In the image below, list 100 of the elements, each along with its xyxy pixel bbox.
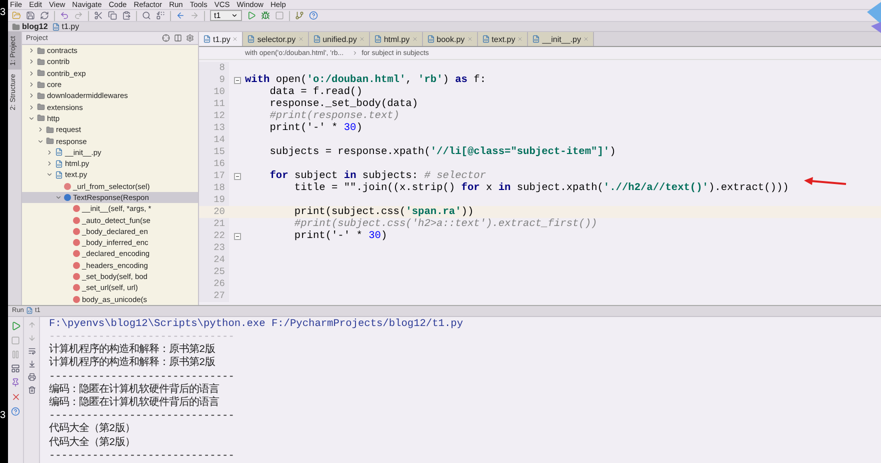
chevron-right-icon bbox=[352, 50, 358, 56]
console-line: ------------------------------ bbox=[49, 410, 236, 422]
undo-icon[interactable] bbox=[60, 11, 69, 20]
line-number: 8 bbox=[199, 62, 229, 74]
line-number: 15 bbox=[199, 146, 229, 158]
chevron-down-icon[interactable] bbox=[55, 194, 62, 201]
line-number: 21 bbox=[199, 218, 229, 230]
line-number: 9 bbox=[199, 74, 229, 86]
annotation-arrow bbox=[803, 176, 847, 188]
trash-icon[interactable] bbox=[28, 386, 36, 394]
line-number: 13 bbox=[199, 122, 229, 134]
editor-tab[interactable]: t1.py bbox=[199, 32, 244, 46]
code-line: response._set_body(data) bbox=[268, 98, 418, 110]
console-line: 代码大全（第2版） bbox=[49, 423, 136, 436]
fold-icon[interactable] bbox=[234, 76, 240, 84]
collapse-icon[interactable] bbox=[174, 34, 182, 42]
code-line: print('-' * 30) bbox=[293, 230, 388, 242]
folder-icon bbox=[37, 114, 45, 122]
console-line: 编码：隐匿在计算机软硬件背后的语言 bbox=[49, 384, 220, 396]
breadcrumb-item[interactable]: blog12 bbox=[12, 22, 48, 31]
editor-tab[interactable]: unified.py bbox=[308, 32, 370, 46]
breadcrumb-item[interactable]: t1.py bbox=[52, 22, 80, 31]
folder-icon bbox=[37, 103, 45, 112]
locate-icon[interactable] bbox=[162, 34, 170, 42]
class-icon bbox=[64, 194, 71, 201]
folder-icon bbox=[46, 137, 54, 146]
line-number: 26 bbox=[199, 278, 229, 290]
editor-tab[interactable]: text.py bbox=[478, 32, 528, 46]
wrap-icon[interactable] bbox=[28, 346, 36, 355]
code-line: data = f.read() bbox=[268, 86, 362, 98]
console-line: ------------------------------ bbox=[49, 331, 236, 344]
editor-tab[interactable]: __init__.py bbox=[528, 32, 594, 46]
settings-icon[interactable] bbox=[186, 34, 194, 42]
line-number: 23 bbox=[199, 242, 229, 254]
branch-icon[interactable] bbox=[294, 11, 304, 20]
tab-label: book.py bbox=[436, 34, 465, 44]
back-icon[interactable] bbox=[176, 11, 185, 20]
tab-label: text.py bbox=[492, 34, 516, 44]
line-number: 19 bbox=[199, 194, 229, 206]
console-line: ------------------------------ bbox=[49, 370, 236, 383]
fold-icon[interactable] bbox=[234, 172, 240, 180]
help-icon[interactable] bbox=[308, 11, 318, 20]
search-icon[interactable] bbox=[142, 11, 151, 20]
python-file-icon bbox=[374, 35, 382, 43]
code-line: print(subject.css('span.ra')) bbox=[293, 206, 474, 218]
console-line: 计算机程序的构造和解释：原书第2版 bbox=[49, 344, 216, 356]
edge-mark: 3 bbox=[0, 8, 7, 18]
debug-icon[interactable] bbox=[260, 11, 270, 20]
scroll-to-end-icon[interactable] bbox=[28, 360, 36, 368]
console-line: ------------------------------ bbox=[49, 450, 236, 463]
cut-icon[interactable] bbox=[94, 11, 103, 20]
python-file-icon bbox=[55, 148, 63, 156]
chevron-down-icon[interactable] bbox=[28, 114, 35, 122]
close-icon[interactable] bbox=[10, 392, 20, 402]
paste-icon[interactable] bbox=[122, 11, 131, 20]
line-number: 25 bbox=[199, 266, 229, 278]
folder-icon bbox=[37, 80, 45, 89]
cube-icon bbox=[867, 2, 881, 33]
save-icon[interactable] bbox=[26, 11, 35, 20]
copy-icon[interactable] bbox=[108, 11, 117, 20]
console-line: 代码大全（第2版） bbox=[49, 436, 136, 450]
line-number: 18 bbox=[199, 182, 229, 194]
help-icon[interactable] bbox=[11, 406, 20, 416]
edge-mark: 3 bbox=[0, 411, 7, 421]
python-file-icon bbox=[482, 35, 490, 43]
editor-tab[interactable]: selector.py bbox=[243, 32, 309, 46]
editor-tab[interactable]: book.py bbox=[422, 32, 478, 46]
code-line: #print(response.text) bbox=[268, 110, 400, 122]
tab-label: selector.py bbox=[257, 34, 296, 44]
python-file-icon bbox=[247, 35, 256, 43]
pin-icon[interactable] bbox=[11, 378, 20, 387]
print-icon[interactable] bbox=[28, 372, 36, 381]
replace-icon[interactable] bbox=[156, 11, 165, 20]
tab-label: __init__.py bbox=[542, 34, 581, 44]
code-line: for subject in subjects: # selector bbox=[268, 170, 486, 182]
layout-icon[interactable] bbox=[11, 364, 20, 373]
python-file-icon bbox=[203, 35, 211, 43]
folder-icon bbox=[37, 92, 45, 100]
chevron-down-icon[interactable] bbox=[37, 138, 44, 145]
tab-label: unified.py bbox=[322, 34, 357, 44]
run-configuration-dropdown[interactable]: t1 bbox=[210, 10, 242, 21]
line-number: 27 bbox=[199, 290, 229, 302]
chevron-right-icon[interactable] bbox=[37, 126, 44, 134]
console-line: 编码：隐匿在计算机软硬件背后的语言 bbox=[49, 397, 220, 410]
python-file-icon bbox=[426, 35, 435, 43]
chevron-down-icon[interactable] bbox=[46, 171, 53, 178]
editor-tab[interactable]: html.py bbox=[370, 32, 423, 46]
run-icon[interactable] bbox=[246, 11, 256, 20]
tab-label: html.py bbox=[384, 34, 410, 44]
function-icon bbox=[64, 182, 71, 190]
python-file-icon bbox=[52, 22, 60, 30]
line-number: 24 bbox=[199, 254, 229, 266]
close-icon[interactable] bbox=[232, 36, 238, 42]
run-icon[interactable] bbox=[10, 320, 20, 331]
sync-icon[interactable] bbox=[40, 11, 49, 20]
caret-icon bbox=[230, 12, 238, 19]
fold-icon[interactable] bbox=[234, 232, 240, 240]
line-number: 16 bbox=[199, 158, 229, 170]
folder-icon bbox=[37, 58, 45, 66]
console-line: F:\pyenvs\blog12\Scripts\python.exe F:/PycharmProjects/blog12/t1.py bbox=[49, 318, 464, 332]
